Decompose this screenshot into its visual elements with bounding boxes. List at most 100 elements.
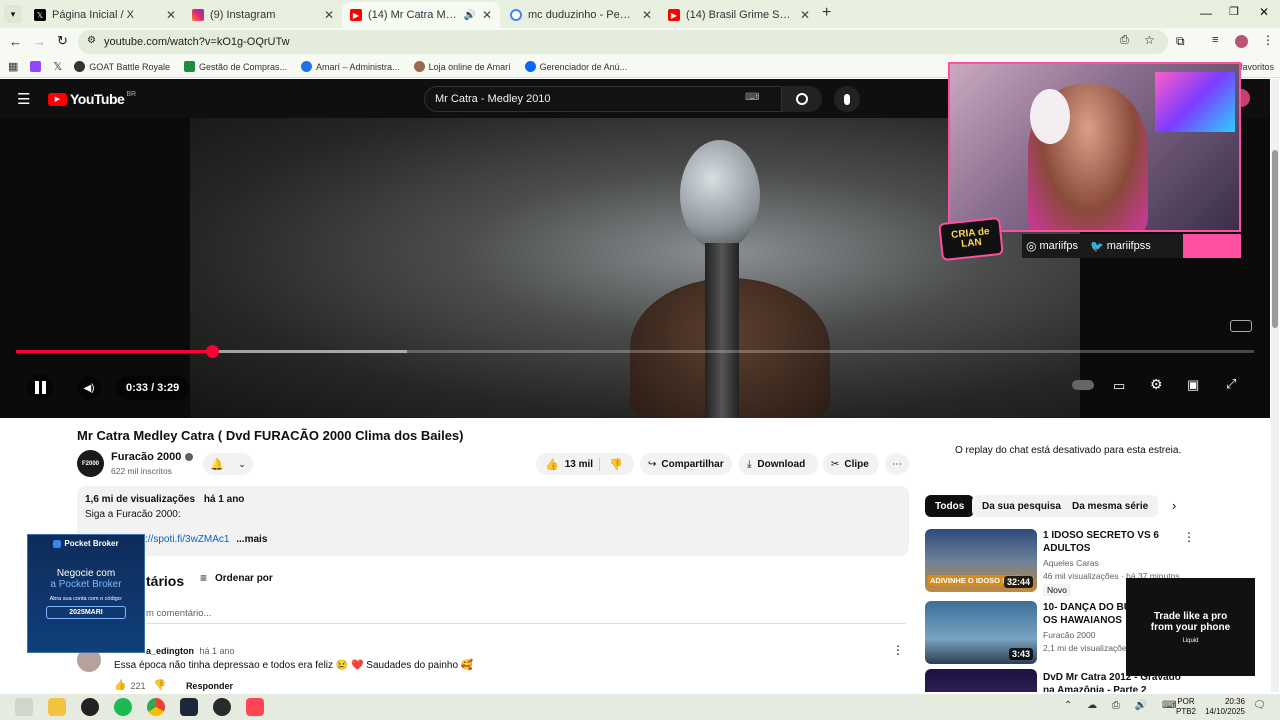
- share-button[interactable]: ↪ Compartilhar: [640, 453, 732, 475]
- close-icon[interactable]: ✕: [324, 8, 334, 22]
- valorant-icon[interactable]: [246, 698, 264, 716]
- chip-from-search[interactable]: Da sua pesquisa: [972, 495, 1071, 517]
- spotify-link[interactable]: ://spoti.fi/3wZMAc1: [145, 534, 229, 545]
- file-explorer-icon[interactable]: [48, 698, 66, 716]
- tab-x[interactable]: 𝕏 Página Inicial / X ✕: [26, 2, 184, 28]
- install-app-icon[interactable]: ⎙: [1120, 34, 1129, 47]
- steam-icon[interactable]: [180, 698, 198, 716]
- microphone-icon: [844, 93, 850, 105]
- youtube-logo[interactable]: ▶ YouTube BR: [48, 91, 136, 107]
- pause-button[interactable]: [27, 374, 53, 400]
- close-icon[interactable]: ✕: [642, 8, 652, 22]
- notification-icon[interactable]: 🗨: [1253, 700, 1266, 711]
- forward-arrow-icon[interactable]: →: [33, 34, 46, 49]
- autoplay-toggle[interactable]: [1072, 380, 1094, 390]
- site-info-icon[interactable]: ⚙: [87, 35, 96, 46]
- comments-header: tários: [146, 573, 185, 589]
- download-button[interactable]: ⤓ Download: [738, 453, 818, 475]
- close-icon[interactable]: ✕: [800, 8, 810, 22]
- comment-author[interactable]: a_edington: [146, 646, 194, 656]
- menu-kebab-icon[interactable]: ⋮: [1262, 33, 1274, 47]
- back-arrow-icon[interactable]: ←: [9, 34, 22, 49]
- volume-button[interactable]: ◀): [77, 376, 101, 400]
- media-control-icon[interactable]: ≡: [1212, 34, 1218, 46]
- chip-scroll-right-icon[interactable]: ›: [1172, 498, 1176, 513]
- add-comment-input[interactable]: m comentário...: [146, 605, 906, 624]
- all-bookmarks-link[interactable]: favoritos: [1240, 62, 1274, 72]
- comment-like-icon[interactable]: 👍: [114, 680, 126, 691]
- ad-liquid[interactable]: Trade like a pro from your phone Liquid: [1126, 578, 1255, 676]
- clock[interactable]: 20:36 14/10/2025: [1200, 697, 1245, 717]
- reload-icon[interactable]: ↻: [57, 33, 68, 49]
- address-bar[interactable]: ⚙ youtube.com/watch?v=kO1g-OQrUTw ⎙ ☆: [78, 30, 1168, 54]
- page-scrollbar-thumb[interactable]: [1272, 150, 1278, 328]
- system-tray-icons[interactable]: ⌃ ☁ ⎙ 🔊 ⌨: [1064, 700, 1182, 711]
- close-window-button[interactable]: ✕: [1259, 5, 1269, 19]
- hamburger-menu-icon[interactable]: ☰: [17, 90, 30, 108]
- chip-all[interactable]: Todos: [925, 495, 975, 517]
- theater-mode-icon[interactable]: ▣: [1187, 377, 1199, 393]
- fullscreen-icon[interactable]: ⤢: [1226, 376, 1236, 392]
- instagram-icon: ◎: [1026, 239, 1037, 253]
- notification-bell-button[interactable]: 🔔 ⌄: [203, 453, 253, 475]
- more-actions-button[interactable]: ⋯: [885, 453, 909, 475]
- tab-youtube-2[interactable]: ▶ (14) Brasil Grime Show: DINIBO ✕: [660, 2, 818, 28]
- x-bookmark-icon[interactable]: 𝕏: [53, 60, 62, 73]
- description-box[interactable]: 1,6 mi de visualizações há 1 ano Siga a …: [77, 486, 909, 556]
- task-view-icon[interactable]: [15, 698, 33, 716]
- tab-google[interactable]: mc duduzinho - Pesquisa Goog ✕: [502, 2, 660, 28]
- settings-gear-icon[interactable]: ⚙: [1150, 376, 1163, 393]
- chrome-icon[interactable]: [147, 698, 165, 716]
- reply-button[interactable]: Responder: [186, 681, 233, 691]
- sort-comments-button[interactable]: ≡ Ordenar por: [200, 571, 273, 585]
- app-icon[interactable]: [213, 698, 231, 716]
- speaker-icon[interactable]: 🔊: [463, 10, 475, 21]
- new-tab-button[interactable]: +: [822, 4, 831, 22]
- volume-icon: ◀): [83, 382, 95, 394]
- dislike-button[interactable]: 👎: [600, 458, 623, 471]
- x-icon: 𝕏: [34, 9, 46, 21]
- channel-watermark[interactable]: [1230, 320, 1252, 332]
- keyboard-icon[interactable]: ⌨: [745, 92, 759, 103]
- subtitles-icon[interactable]: ▭: [1113, 378, 1125, 394]
- comment-dislike-icon[interactable]: 👎: [153, 680, 165, 691]
- profile-avatar[interactable]: [1235, 35, 1248, 48]
- search-input[interactable]: Mr Catra - Medley 2010 ⌨: [424, 86, 782, 112]
- progress-scrubber-handle[interactable]: [205, 345, 219, 358]
- close-icon[interactable]: ✕: [166, 8, 176, 22]
- input-language[interactable]: POR PTB2: [1176, 697, 1196, 717]
- apps-grid-icon[interactable]: ▦: [8, 60, 18, 73]
- recommendation-menu-icon[interactable]: ⋮: [1183, 530, 1195, 544]
- bookmark-amari-admin[interactable]: Amarí – Administra...: [301, 61, 400, 72]
- close-icon[interactable]: ✕: [482, 8, 492, 22]
- extensions-icon[interactable]: ⧉: [1176, 34, 1185, 49]
- like-button[interactable]: 👍 13 mil: [536, 457, 600, 471]
- bookmark-goat[interactable]: GOAT Battle Royale: [74, 61, 170, 72]
- minimize-button[interactable]: —: [1200, 6, 1212, 20]
- sheet-icon: [183, 61, 195, 72]
- tab-instagram[interactable]: (9) Instagram ✕: [184, 2, 342, 28]
- comment-menu-icon[interactable]: ⋮: [892, 643, 904, 657]
- search-button[interactable]: [782, 86, 822, 112]
- tab-search-button[interactable]: ▾: [4, 5, 22, 23]
- chip-same-series[interactable]: Da mesma série: [1062, 495, 1159, 517]
- obs-icon[interactable]: [81, 698, 99, 716]
- tab-youtube-active[interactable]: ▶ (14) Mr Catra Medley Catra 🔊 ✕: [342, 2, 500, 28]
- channel-avatar[interactable]: F2000: [77, 450, 104, 477]
- bookmark-gestao[interactable]: Gestão de Compras...: [183, 61, 287, 72]
- ad-pocket-broker[interactable]: Pocket Broker Negocie com a Pocket Broke…: [27, 534, 145, 653]
- bookmark-loja[interactable]: Loja online de Amarí: [413, 61, 511, 72]
- show-more-link[interactable]: ...mais: [236, 534, 267, 545]
- upload-age: há 1 ano: [203, 494, 245, 505]
- maximize-button[interactable]: ❐: [1229, 5, 1239, 18]
- twitch-icon[interactable]: [30, 61, 42, 72]
- bookmark-gerenciador[interactable]: Gerenciador de Anú...: [524, 61, 627, 72]
- clip-button[interactable]: ✂ Clipe: [823, 453, 879, 475]
- progress-bar[interactable]: [16, 345, 1254, 358]
- bookmark-star-icon[interactable]: ☆: [1144, 33, 1155, 47]
- spotify-icon[interactable]: [114, 698, 132, 716]
- channel-name[interactable]: Furacão 2000: [111, 451, 194, 463]
- description-line: Siga a Furacão 2000:: [85, 509, 181, 520]
- browser-tab-strip: ▾ 𝕏 Página Inicial / X ✕ (9) Instagram ✕…: [0, 0, 1280, 28]
- voice-search-button[interactable]: [834, 86, 860, 112]
